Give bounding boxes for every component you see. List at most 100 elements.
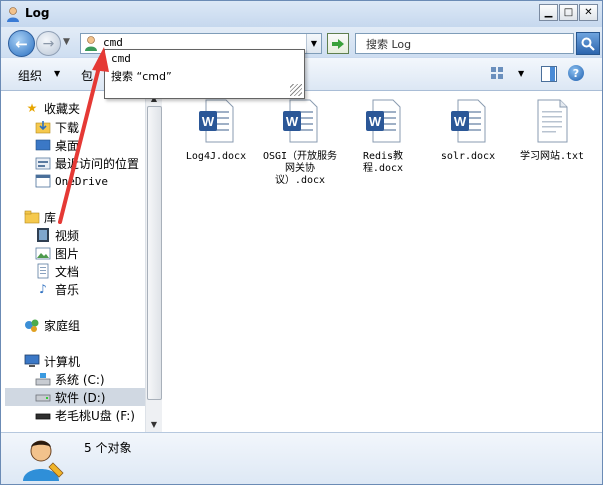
desktop-icon xyxy=(35,137,51,153)
nav-item-label: 下载 xyxy=(55,120,80,135)
text-file-icon xyxy=(537,99,568,143)
word-document-icon: W xyxy=(366,99,401,143)
window-title: Log xyxy=(25,6,50,20)
nav-libraries[interactable]: 库 xyxy=(24,208,56,226)
back-button[interactable]: ← xyxy=(8,30,35,57)
file-item[interactable]: W OSGI（开放服务网关协议）.docx xyxy=(260,99,340,187)
file-list-pane: W Log4J.docx W OSGI（开放服务网关协议）.docx W Red… xyxy=(162,91,602,432)
svg-text:W: W xyxy=(202,114,215,129)
maximize-button[interactable]: □ xyxy=(559,4,578,21)
system-drive-icon xyxy=(35,371,51,387)
file-name: solr.docx xyxy=(440,151,496,162)
view-dropdown-icon[interactable]: ▼ xyxy=(518,69,524,78)
item-count: 5 个对象 xyxy=(84,441,132,455)
autocomplete-item[interactable]: 搜索 “cmd” xyxy=(111,68,172,84)
nav-item-desktop[interactable]: 桌面 xyxy=(35,136,79,154)
file-name: Log4J.docx xyxy=(185,151,247,162)
pictures-icon xyxy=(35,245,51,261)
recent-places-icon xyxy=(35,155,51,171)
file-item[interactable]: W solr.docx xyxy=(428,99,508,163)
nav-item-music[interactable]: ♪ 音乐 xyxy=(35,280,79,298)
nav-favorites-label: 收藏夹 xyxy=(44,101,81,116)
include-in-library-menu[interactable]: 包 xyxy=(81,67,93,84)
nav-item-drive-d[interactable]: 软件 (D:) xyxy=(5,388,145,406)
nav-item-onedrive[interactable]: OneDrive xyxy=(35,172,108,190)
onedrive-icon xyxy=(35,173,51,189)
nav-computer-label: 计算机 xyxy=(44,354,81,369)
nav-item-downloads[interactable]: 下载 xyxy=(35,118,79,136)
go-arrow-icon xyxy=(332,38,344,49)
nav-homegroup-label: 家庭组 xyxy=(44,318,81,333)
nav-item-label: 最近访问的位置 xyxy=(55,156,140,171)
search-placeholder: 搜索 Log xyxy=(366,38,412,51)
autocomplete-item[interactable]: cmd xyxy=(111,52,131,65)
nav-item-documents[interactable]: 文档 xyxy=(35,262,79,280)
organize-menu[interactable]: 组织 xyxy=(18,67,42,84)
nav-item-label: 音乐 xyxy=(55,282,80,297)
recent-pages-dropdown[interactable]: ▼ xyxy=(63,37,70,47)
word-document-icon: W xyxy=(199,99,234,143)
homegroup-icon xyxy=(24,317,40,333)
nav-libraries-label: 库 xyxy=(44,210,57,225)
nav-homegroup[interactable]: 家庭组 xyxy=(24,316,80,334)
nav-item-label: 老毛桃U盘 (F:) xyxy=(55,408,135,423)
library-icon xyxy=(24,209,40,225)
nav-item-label: 软件 (D:) xyxy=(55,390,106,405)
file-name: OSGI（开放服务网关协议）.docx xyxy=(262,151,338,186)
scroll-down-arrow-icon[interactable]: ▼ xyxy=(146,417,162,432)
go-button[interactable] xyxy=(327,33,349,54)
nav-item-label: 视频 xyxy=(55,228,80,243)
search-button[interactable] xyxy=(576,32,600,55)
navigation-pane: ★ 收藏夹 下载 桌面 最近访问的位置 OneDrive 库 视频 图片 文档 … xyxy=(1,91,162,432)
drive-icon xyxy=(35,389,51,405)
nav-item-recent-places[interactable]: 最近访问的位置 xyxy=(35,154,139,172)
details-pane: 5 个对象 xyxy=(1,432,602,484)
nav-item-label: 桌面 xyxy=(55,138,80,153)
organize-dropdown-icon[interactable]: ▼ xyxy=(54,69,60,78)
user-folder-icon xyxy=(7,7,19,22)
help-button[interactable]: ? xyxy=(568,65,584,81)
svg-text:W: W xyxy=(369,114,382,129)
computer-icon xyxy=(24,353,40,369)
nav-item-pictures[interactable]: 图片 xyxy=(35,244,79,262)
star-icon: ★ xyxy=(26,101,38,115)
nav-item-label: 文档 xyxy=(55,264,80,279)
resize-grip[interactable] xyxy=(290,84,302,96)
preview-pane-button[interactable] xyxy=(541,66,557,82)
svg-text:W: W xyxy=(454,114,467,129)
address-dropdown-button[interactable]: ▼ xyxy=(306,34,321,53)
explorer-window: Log ▁ □ ✕ ← → ▼ cmd ▼ 搜索 Log 组织 ▼ 包 ▼ ? … xyxy=(0,0,603,485)
nav-scrollbar[interactable]: ▲ ▼ xyxy=(145,91,162,432)
forward-button[interactable]: → xyxy=(36,31,61,56)
nav-item-drive-c[interactable]: 系统 (C:) xyxy=(35,370,105,388)
svg-text:W: W xyxy=(286,114,299,129)
file-item[interactable]: 学习网站.txt xyxy=(512,99,592,163)
user-avatar-icon xyxy=(23,440,64,481)
close-button[interactable]: ✕ xyxy=(579,4,598,21)
scroll-thumb[interactable] xyxy=(147,106,162,400)
music-note-icon: ♪ xyxy=(39,282,47,296)
address-autocomplete-dropdown: cmd 搜索 “cmd” xyxy=(104,49,305,99)
word-document-icon: W xyxy=(283,99,318,143)
file-name: 学习网站.txt xyxy=(519,151,585,162)
nav-item-label: 系统 (C:) xyxy=(55,372,105,387)
nav-item-videos[interactable]: 视频 xyxy=(35,226,79,244)
nav-computer[interactable]: 计算机 xyxy=(24,352,80,370)
file-name: Redis教程.docx xyxy=(362,151,404,174)
video-icon xyxy=(35,227,51,243)
change-view-icon[interactable] xyxy=(490,66,504,80)
address-input[interactable]: cmd xyxy=(103,36,123,49)
file-item[interactable]: W Redis教程.docx xyxy=(343,99,423,175)
word-document-icon: W xyxy=(451,99,486,143)
nav-item-label: OneDrive xyxy=(55,174,108,188)
nav-favorites[interactable]: ★ 收藏夹 xyxy=(24,99,80,117)
search-field[interactable]: 搜索 Log xyxy=(355,33,574,54)
minimize-button[interactable]: ▁ xyxy=(539,4,558,21)
search-icon xyxy=(581,37,595,51)
nav-item-label: 图片 xyxy=(55,246,80,261)
documents-icon xyxy=(35,263,51,279)
file-item[interactable]: W Log4J.docx xyxy=(176,99,256,163)
nav-item-drive-f[interactable]: 老毛桃U盘 (F:) xyxy=(35,406,135,424)
user-folder-icon xyxy=(85,36,97,51)
downloads-folder-icon xyxy=(35,119,51,135)
